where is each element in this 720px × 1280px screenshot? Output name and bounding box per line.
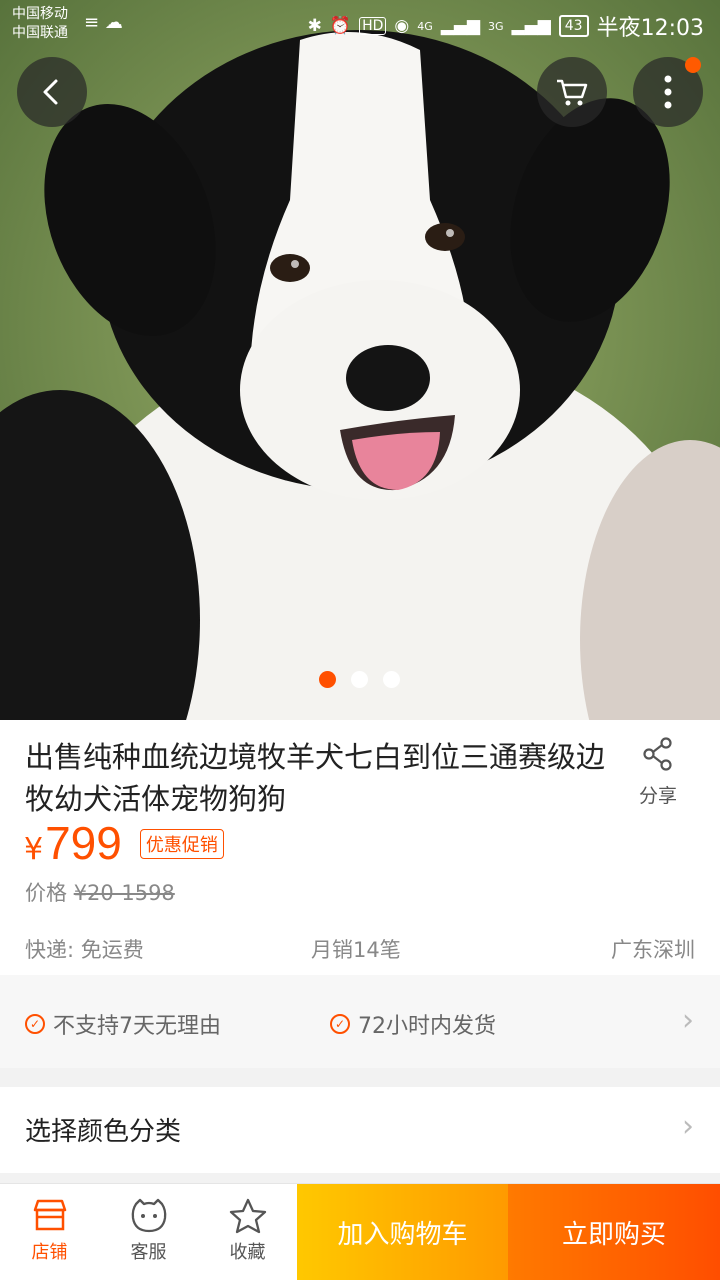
share-icon bbox=[643, 737, 672, 771]
carousel-dot[interactable] bbox=[383, 671, 400, 688]
service-label: 72小时内发货 bbox=[358, 1014, 496, 1039]
select-variant-label: 选择颜色分类 bbox=[25, 1117, 182, 1147]
add-to-cart-button[interactable]: 加入购物车 bbox=[297, 1184, 508, 1280]
share-label: 分享 bbox=[638, 785, 677, 807]
chat-face-icon bbox=[99, 1184, 198, 1234]
battery-indicator: 43 bbox=[558, 15, 589, 37]
more-vertical-icon bbox=[664, 75, 672, 109]
carousel-indicator bbox=[319, 671, 400, 688]
signal-icon: ▂▄▆ bbox=[440, 16, 480, 36]
service-label: 不支持7天无理由 bbox=[53, 1014, 221, 1039]
service-item: ✓ 不支持7天无理由 bbox=[25, 1008, 221, 1040]
chevron-right-icon: › bbox=[682, 1003, 694, 1038]
store-label: 店铺 bbox=[31, 1242, 68, 1263]
back-button[interactable] bbox=[17, 57, 87, 127]
product-title: 出售纯种血统边境牧羊犬七白到位三通赛级边牧幼犬活体宠物狗狗 bbox=[25, 740, 606, 816]
carousel-dot[interactable] bbox=[319, 671, 336, 688]
service-item: ✓ 72小时内发货 bbox=[330, 1008, 496, 1040]
share-button[interactable]: 分享 bbox=[628, 736, 688, 808]
original-price-value: ¥20-1598 bbox=[73, 881, 175, 905]
chevron-right-icon: › bbox=[682, 1109, 694, 1144]
check-circle-icon: ✓ bbox=[330, 1014, 350, 1034]
shipping-info: 快递: 免运费 bbox=[25, 938, 144, 962]
bottom-action-bar: 店铺 客服 收藏 加入购物车 立即购买 bbox=[0, 1183, 720, 1280]
carousel-dot[interactable] bbox=[351, 671, 368, 688]
shopping-cart-icon bbox=[557, 79, 588, 106]
hd-badge: HD bbox=[359, 17, 387, 35]
product-info-card: 出售纯种血统边境牧羊犬七白到位三通赛级边牧幼犬活体宠物狗狗 分享 ¥ 799 优… bbox=[0, 720, 720, 975]
menu-lines-icon: ≡ bbox=[84, 12, 100, 33]
check-circle-icon: ✓ bbox=[25, 1014, 45, 1034]
notification-dot bbox=[685, 57, 701, 73]
current-price: 799 bbox=[45, 817, 122, 869]
select-variant-row[interactable]: 选择颜色分类 › bbox=[0, 1087, 720, 1173]
network-3g-label: 3G bbox=[488, 19, 504, 33]
status-right: ✱ ⏰ HD ◉ 4G ▂▄▆ 3G ▂▄▆ 43 半夜12:03 bbox=[308, 10, 704, 42]
store-icon bbox=[0, 1184, 99, 1234]
network-4g-label: 4G bbox=[417, 19, 433, 33]
product-image[interactable] bbox=[0, 0, 720, 720]
clock: 半夜12:03 bbox=[596, 16, 704, 41]
promo-badge: 优惠促销 bbox=[139, 829, 224, 859]
service-guarantees[interactable]: ✓ 不支持7天无理由 ✓ 72小时内发货 › bbox=[0, 975, 720, 1068]
chevron-left-icon bbox=[43, 79, 58, 105]
store-tab[interactable]: 店铺 bbox=[0, 1184, 99, 1280]
notification-icons: ≡ ☁ bbox=[84, 12, 123, 33]
alarm-icon: ⏰ bbox=[329, 16, 352, 36]
price-row: ¥ 799 优惠促销 bbox=[24, 816, 224, 870]
eye-icon: ◉ bbox=[394, 16, 410, 36]
original-price: 价格 ¥20-1598 bbox=[25, 877, 175, 907]
ship-location: 广东深圳 bbox=[611, 938, 695, 962]
carrier-info: 中国移动 中国联通 bbox=[12, 5, 68, 43]
favorite-tab[interactable]: 收藏 bbox=[198, 1184, 297, 1280]
signal-icon: ▂▄▆ bbox=[511, 16, 551, 36]
carrier-1: 中国移动 bbox=[12, 6, 68, 22]
original-price-label: 价格 bbox=[25, 881, 67, 905]
cart-button[interactable] bbox=[537, 57, 607, 127]
more-button[interactable] bbox=[633, 57, 703, 127]
customer-service-label: 客服 bbox=[130, 1242, 167, 1263]
carrier-2: 中国联通 bbox=[12, 25, 68, 41]
star-icon bbox=[198, 1184, 297, 1234]
currency-symbol: ¥ bbox=[24, 832, 44, 867]
status-bar: 中国移动 中国联通 ≡ ☁ ✱ ⏰ HD ◉ 4G ▂▄▆ 3G ▂▄▆ 43 … bbox=[0, 0, 720, 48]
monthly-sales: 月销14笔 bbox=[311, 938, 401, 962]
customer-service-tab[interactable]: 客服 bbox=[99, 1184, 198, 1280]
bluetooth-icon: ✱ bbox=[307, 16, 322, 36]
cloud-icon: ☁ bbox=[104, 12, 123, 33]
favorite-label: 收藏 bbox=[229, 1242, 266, 1263]
buy-now-button[interactable]: 立即购买 bbox=[508, 1184, 720, 1280]
puppy-illustration bbox=[0, 0, 720, 720]
